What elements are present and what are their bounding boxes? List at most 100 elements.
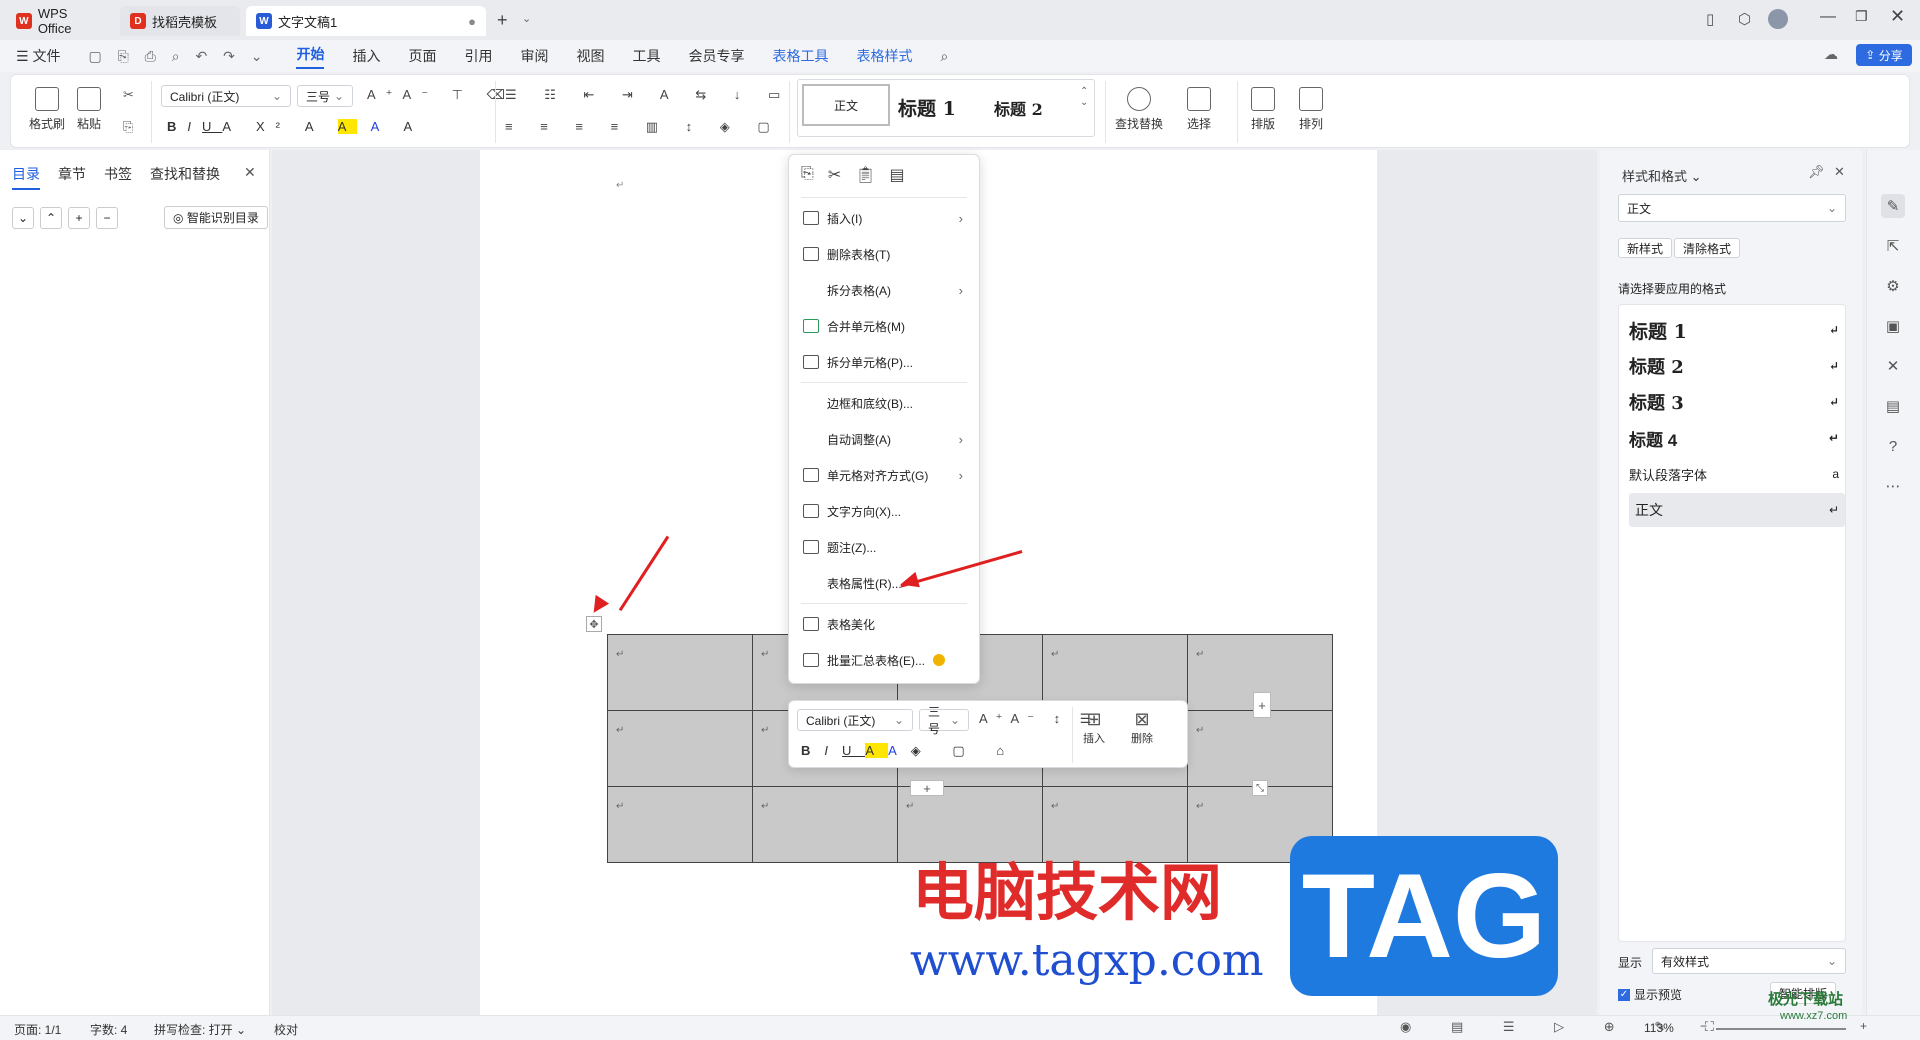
share-button[interactable]: ⇪ 分享 (1856, 44, 1912, 66)
tools-icon[interactable]: ✕ (1881, 354, 1905, 378)
menu-item-table-beautify[interactable]: 表格美化 (789, 607, 979, 641)
remove-icon[interactable]: − (96, 206, 118, 229)
add-row-icon[interactable]: + (910, 780, 944, 796)
style-heading-1[interactable]: 标题 1 ↵ (1629, 313, 1839, 347)
quick-access-icons[interactable]: ▢ ⎘ ⎙ ⌕ ↶ ↷ ⌄ (88, 48, 268, 65)
paste-icon[interactable]: 📋︎ (855, 165, 875, 185)
style-heading-2[interactable]: 标题 2 (994, 96, 1043, 120)
mini-size-select[interactable]: 三号 ⌄ (919, 705, 969, 736)
zoom-in-icon[interactable]: + (1860, 1019, 1867, 1033)
new-style-button[interactable]: 新样式 (1618, 238, 1673, 258)
font-family-select[interactable]: Calibri (正文) ⌄ (161, 85, 291, 107)
paste-special-icon[interactable]: ▤ (890, 165, 905, 185)
collapse-icon[interactable]: ⌃ (40, 206, 62, 229)
menu-item-caption[interactable]: 题注(Z)... (789, 530, 979, 564)
file-menu[interactable]: ☰ 文件 (16, 46, 60, 66)
zoom-level[interactable]: 113% (1644, 1021, 1674, 1035)
table-move-handle-icon[interactable]: ✥ (586, 616, 602, 632)
resize-table-icon[interactable]: ⤡ (1252, 780, 1268, 796)
paragraph-align-icons[interactable]: ≡ ≡ ≡ ≡ ▥ ↕ ◈ ▢ (505, 119, 782, 135)
close-icon[interactable]: ✕ (244, 164, 256, 190)
list-tools-icons[interactable]: ☰ ☷ ⇤ ⇥ A ⇆ ↓ ▭ (505, 87, 792, 103)
find-replace-button[interactable]: 查找替换 (1115, 87, 1163, 132)
zoom-out-icon[interactable]: − (1700, 1019, 1707, 1033)
close-icon[interactable]: ✕ (1834, 164, 1845, 180)
cut-icon[interactable]: ✂ (123, 87, 134, 103)
copy-icon[interactable]: ⎘ (801, 165, 814, 185)
menu-item-cell-alignment[interactable]: 单元格对齐方式(G) › (789, 458, 979, 492)
paste-button[interactable]: 粘贴 (77, 87, 101, 132)
arrange-button[interactable]: 排列 (1299, 87, 1323, 132)
gallery-scroll-icon[interactable]: ⌃ ⌄ (1080, 86, 1088, 108)
preview-checkbox[interactable]: ✓ 显示预览 (1618, 986, 1682, 1003)
menu-review[interactable]: 审阅 (520, 46, 548, 66)
select-button[interactable]: 选择 (1187, 87, 1211, 132)
cube-icon[interactable]: ⬡ (1738, 10, 1751, 28)
menu-view[interactable]: 视图 (576, 46, 604, 66)
tab-list-chevron-icon[interactable]: ⌄ (522, 12, 531, 25)
close-window-icon[interactable]: ✕ (1890, 6, 1905, 27)
format-painter-button[interactable]: 格式刷 (29, 87, 65, 132)
style-heading-1[interactable]: 标题 1 (898, 94, 956, 121)
new-tab-icon[interactable]: + (497, 10, 508, 31)
menu-item-autofit[interactable]: 自动调整(A) › (789, 422, 979, 456)
zoom-slider[interactable] (1716, 1028, 1846, 1030)
menu-item-split-table[interactable]: 拆分表格(A) › (789, 273, 979, 307)
book-icon[interactable]: ▤ (1881, 394, 1905, 418)
mini-font-select[interactable]: Calibri (正文) ⌄ (797, 709, 913, 731)
add-icon[interactable]: + (68, 206, 90, 229)
settings-sliders-icon[interactable]: ⚙ (1881, 274, 1905, 298)
smart-toc-button[interactable]: ◎ 智能识别目录 (164, 206, 268, 229)
menu-item-merge-cells[interactable]: 合并单元格(M) (789, 309, 979, 343)
more-icon[interactable]: ⋯ (1881, 474, 1905, 498)
menu-item-batch-summary[interactable]: 批量汇总表格(E)... (789, 643, 979, 677)
current-style-select[interactable]: 正文 ⌄ (1618, 194, 1846, 222)
tab-modified-dot-icon[interactable]: ● (468, 14, 476, 29)
expand-icon[interactable]: ⌄ (12, 206, 34, 229)
menu-home[interactable]: 开始 (296, 44, 325, 69)
cloud-icon[interactable]: ☁ (1824, 46, 1838, 63)
style-default-font[interactable]: 默认段落字体 a (1629, 457, 1839, 491)
mini-insert-button[interactable]: ⊞ 插入 (1083, 709, 1105, 746)
menu-table-tools[interactable]: 表格工具 (772, 46, 828, 66)
menu-member[interactable]: 会员专享 (688, 46, 744, 66)
proofread[interactable]: 校对 (274, 1021, 298, 1038)
tab-chapter[interactable]: 章节 (58, 164, 86, 190)
mini-size-tools-icons[interactable]: A⁺A⁻ ↕ ☰ (979, 711, 1099, 727)
layout-icon[interactable]: ▯ (1706, 10, 1714, 28)
mini-format-icons[interactable]: BIUAA◈ ▢ ⌂ (801, 743, 1018, 759)
tab-toc[interactable]: 目录 (12, 164, 40, 190)
select-pointer-icon[interactable]: ⇱ (1881, 234, 1905, 258)
help-icon[interactable]: ? (1881, 434, 1905, 458)
style-heading-3[interactable]: 标题 3 ↵ (1629, 385, 1839, 419)
menu-table-style[interactable]: 表格样式 (856, 46, 912, 66)
layout-button[interactable]: 排版 (1251, 87, 1275, 132)
style-normal[interactable]: 正文 ↵ (1629, 493, 1845, 527)
menu-item-text-direction[interactable]: 文字方向(X)... (789, 494, 979, 528)
style-heading-2[interactable]: 标题 2 ↵ (1629, 349, 1839, 383)
show-select[interactable]: 有效样式 ⌄ (1652, 948, 1846, 974)
view-mode-icons[interactable]: ◉ ▤ ☰ ▷ ⊕ ✎ ⛶ (1400, 1019, 1732, 1035)
style-edit-icon[interactable]: ✎ (1881, 194, 1905, 218)
menu-item-split-cells[interactable]: 拆分单元格(P)... (789, 345, 979, 379)
tab-find-replace[interactable]: 查找和替换 (150, 164, 220, 190)
copy-icon[interactable]: ⎘ (123, 119, 133, 135)
panel-title[interactable]: 样式和格式 ⌄ (1622, 166, 1702, 185)
text-format-icons[interactable]: BIUA X² A A A A (167, 119, 423, 134)
minimize-icon[interactable]: — (1820, 8, 1836, 26)
search-icon[interactable]: ⌕ (940, 48, 948, 65)
mini-delete-button[interactable]: ⊠ 删除 (1131, 709, 1153, 746)
tab-bookmark[interactable]: 书签 (104, 164, 132, 190)
menu-insert[interactable]: 插入 (352, 46, 380, 66)
tab-template[interactable]: D 找稻壳模板 (120, 6, 240, 36)
pin-icon[interactable]: 📌︎ (1808, 164, 1825, 180)
style-heading-4[interactable]: 标题 4 ↵ (1629, 421, 1839, 455)
cut-icon[interactable]: ✂ (828, 165, 841, 185)
menu-page[interactable]: 页面 (408, 46, 436, 66)
clear-format-button[interactable]: 清除格式 (1674, 238, 1741, 258)
image-edit-icon[interactable]: ▣ (1881, 314, 1905, 338)
font-size-select[interactable]: 三号 ⌄ (297, 85, 353, 107)
add-column-icon[interactable]: + (1253, 692, 1271, 718)
menu-item-insert[interactable]: 插入(I) › (789, 201, 979, 235)
avatar[interactable] (1768, 9, 1788, 29)
